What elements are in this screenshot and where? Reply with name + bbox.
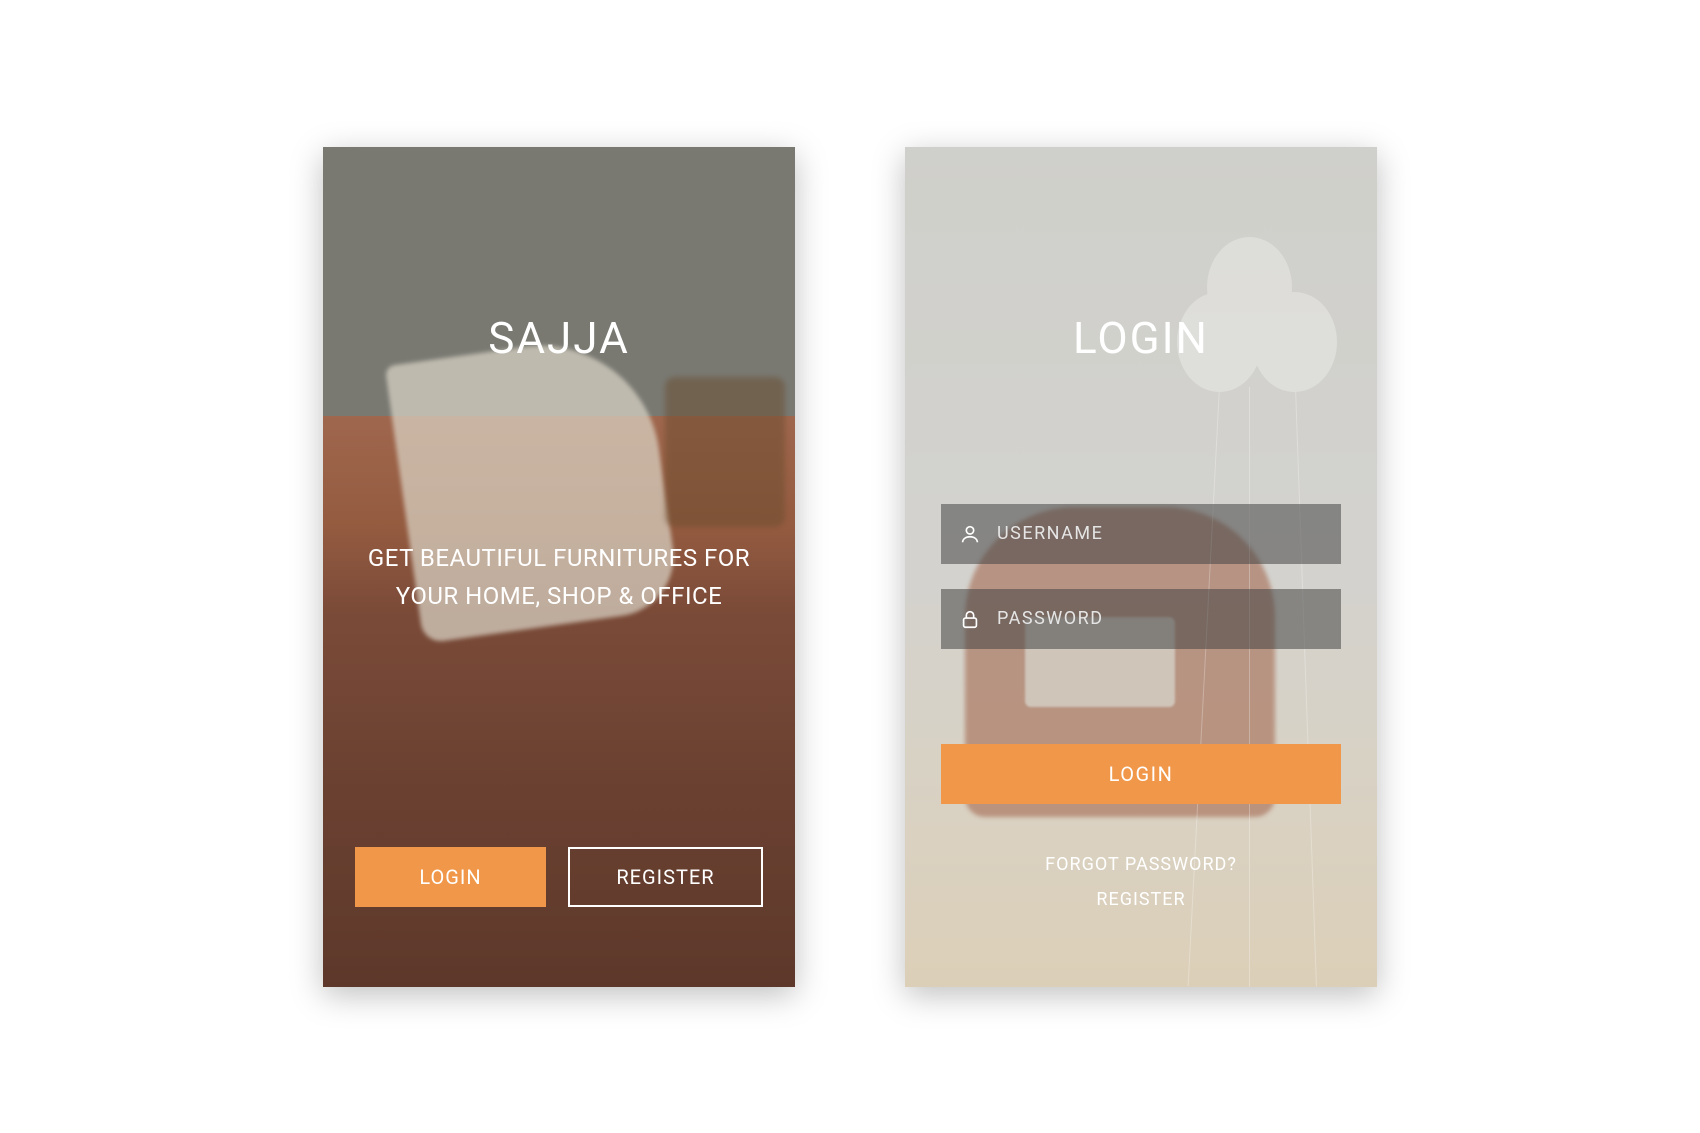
register-link[interactable]: REGISTER — [1096, 889, 1185, 910]
user-icon — [959, 523, 981, 545]
welcome-content: SAJJA GET BEAUTIFUL FURNITURES FOR YOUR … — [323, 147, 795, 987]
login-title: LOGIN — [1073, 312, 1209, 364]
forgot-password-link[interactable]: FORGOT PASSWORD? — [1045, 854, 1237, 875]
password-input[interactable] — [997, 608, 1323, 629]
tagline-text: GET BEAUTIFUL FURNITURES FOR YOUR HOME, … — [323, 539, 795, 616]
register-button[interactable]: REGISTER — [568, 847, 763, 907]
welcome-button-row: LOGIN REGISTER — [323, 847, 795, 907]
login-form — [905, 504, 1377, 649]
login-submit-button[interactable]: LOGIN — [941, 744, 1341, 804]
login-button[interactable]: LOGIN — [355, 847, 546, 907]
login-screen: LOGIN LOGIN FORGOT PASSWORD? REGISTER — [905, 147, 1377, 987]
welcome-screen: SAJJA GET BEAUTIFUL FURNITURES FOR YOUR … — [323, 147, 795, 987]
lock-icon — [959, 608, 981, 630]
username-field-group[interactable] — [941, 504, 1341, 564]
username-input[interactable] — [997, 523, 1323, 544]
login-content: LOGIN LOGIN FORGOT PASSWORD? REGISTER — [905, 147, 1377, 987]
brand-title: SAJJA — [488, 312, 630, 364]
login-links: FORGOT PASSWORD? REGISTER — [1045, 854, 1237, 910]
password-field-group[interactable] — [941, 589, 1341, 649]
